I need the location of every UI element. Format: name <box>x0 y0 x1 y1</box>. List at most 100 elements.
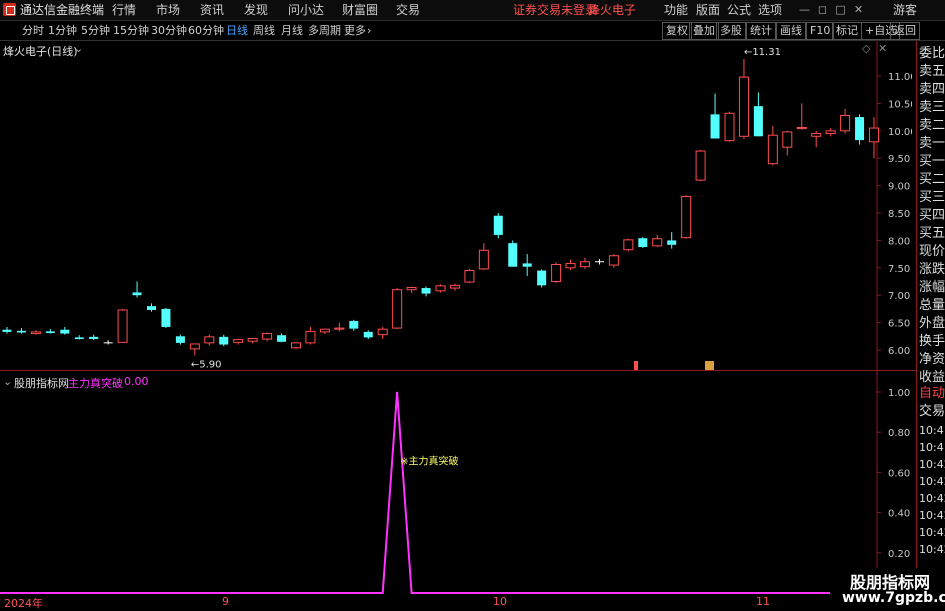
fuquan-button[interactable]: 复权 <box>662 22 692 40</box>
menu-jiaoyi[interactable]: 交易 <box>396 0 420 20</box>
guest-login[interactable]: 游客 <box>893 0 917 20</box>
period-5min[interactable]: 5分钟 <box>81 21 110 40</box>
price-tick-label: 10.50 <box>888 99 912 110</box>
candle-body <box>247 337 258 342</box>
candle-body <box>161 308 171 327</box>
menu-wenxiaoda[interactable]: 问小达 <box>288 0 324 20</box>
watermark: 股朋指标网 www.7gpzb.com <box>830 568 945 609</box>
indicator-tick-label: 1.00 <box>888 388 910 399</box>
stats-button[interactable]: 统计 <box>746 22 776 40</box>
period-1min[interactable]: 1分钟 <box>48 21 77 40</box>
chevron-right-icon[interactable]: › <box>367 21 371 40</box>
candle-body <box>464 270 475 283</box>
menu-xuanxiang[interactable]: 选项 <box>758 0 782 20</box>
candle-body <box>319 328 330 333</box>
menu-shichang[interactable]: 市场 <box>156 0 180 20</box>
trade-button[interactable]: 交易 <box>919 403 945 421</box>
event-marker <box>634 361 638 370</box>
overlay-button[interactable]: 叠加 <box>689 22 719 40</box>
trade-login-warning[interactable]: 证券交易未登录 <box>513 0 597 20</box>
candle-body <box>855 117 865 141</box>
mark-button[interactable]: 标记 <box>832 22 862 40</box>
candle-body <box>565 262 576 269</box>
menu-banmian[interactable]: 版面 <box>696 0 720 20</box>
period-30min[interactable]: 30分钟 <box>151 21 187 40</box>
price-tick-label: 9.50 <box>888 154 910 165</box>
panel-item-weibi: 委比 <box>919 46 945 61</box>
period-15min[interactable]: 15分钟 <box>113 21 149 40</box>
title-bar: 通达信金融终端 行情 市场 资讯 发现 问小达 财富圈 交易 证券交易未登录 烽… <box>0 0 945 21</box>
price-tick-label: 11.00 <box>888 72 912 83</box>
panel-item-turnover: 换手 <box>919 334 945 349</box>
menu-caifuquan[interactable]: 财富圈 <box>342 0 378 20</box>
price-tick-label: 10.00 <box>888 127 912 138</box>
close-icon[interactable]: ✕ <box>851 2 866 17</box>
candle-body <box>421 288 431 294</box>
multi-stock-button[interactable]: 多股 <box>716 22 746 40</box>
panel-item-sell3: 卖三 <box>919 100 945 115</box>
menu-gongneng[interactable]: 功能 <box>664 0 688 20</box>
panel-item-sell1: 卖一 <box>919 136 945 151</box>
menu-hangqing[interactable]: 行情 <box>112 0 136 20</box>
draw-line-button[interactable]: 画线 <box>776 22 806 40</box>
period-fenshi[interactable]: 分时 <box>22 21 44 40</box>
period-daily[interactable]: 日线 <box>226 21 248 40</box>
panel-item-price: 现价 <box>919 244 945 259</box>
candle-body <box>623 239 634 251</box>
candle-body <box>796 127 807 130</box>
event-marker <box>705 361 714 370</box>
axis-label-oct: 10 <box>493 595 507 608</box>
panel-item-change: 涨跌 <box>919 262 945 277</box>
period-weekly[interactable]: 周线 <box>253 21 275 40</box>
candle-body <box>608 255 619 266</box>
f10-button[interactable]: F10 <box>806 22 835 40</box>
period-monthly[interactable]: 月线 <box>281 21 303 40</box>
panel-item-buy4: 买四 <box>919 208 945 223</box>
candle-body <box>233 339 244 343</box>
candle-body <box>406 287 417 291</box>
back-button[interactable]: 返回 <box>890 22 920 40</box>
candle-body <box>392 289 403 329</box>
candle-body <box>45 331 55 334</box>
candle-body <box>132 292 142 296</box>
maximize-icon[interactable]: □ <box>833 2 848 17</box>
panel-close-icon[interactable]: ✕ <box>878 42 887 55</box>
high-price-label: ←11.31 <box>744 47 781 58</box>
menu-faxian[interactable]: 发现 <box>244 0 268 20</box>
panel-item-buy1: 买一 <box>919 154 945 169</box>
restore-icon[interactable]: ◻ <box>815 2 830 17</box>
low-price-label: ←5.90 <box>191 359 222 370</box>
auto-trade-toggle[interactable]: 自动 <box>919 385 945 403</box>
period-multi[interactable]: 多周期 <box>308 21 341 40</box>
diamond-icon[interactable]: ◇ <box>862 42 870 55</box>
candle-body <box>652 238 663 247</box>
candle-body <box>219 336 229 345</box>
indicator-tick-label: 0.20 <box>888 549 910 560</box>
candle-body <box>811 133 822 137</box>
axis-label-nov: 11 <box>756 595 770 608</box>
candle-body <box>189 343 200 350</box>
candle-body <box>767 134 778 165</box>
period-60min[interactable]: 60分钟 <box>188 21 224 40</box>
minimize-icon[interactable]: — <box>797 2 812 17</box>
candle-body <box>435 285 446 292</box>
candlestick-chart[interactable]: 11.00 10.50 10.00 9.50 9.00 8.50 8.00 7.50 7.00 6… <box>0 41 912 371</box>
dropdown-icon[interactable]: ⌄ <box>74 42 83 55</box>
menu-zixun[interactable]: 资讯 <box>200 0 224 20</box>
chart-title: 烽火电子(日线) <box>3 45 78 58</box>
candle-body <box>363 331 373 338</box>
candle-body <box>334 327 345 330</box>
candle-body <box>738 76 749 137</box>
time-axis: 2024年 9 10 11 <box>0 595 912 610</box>
candle-body <box>277 335 287 342</box>
indicator-tick-label: 0.60 <box>888 468 910 479</box>
indicator-chart[interactable]: 1.00 0.80 0.60 0.40 0.20 ※主力真突破 <box>0 371 912 595</box>
candle-body <box>103 342 113 344</box>
period-more[interactable]: 更多 <box>344 21 366 40</box>
menu-gongshi[interactable]: 公式 <box>727 0 751 20</box>
candle-body <box>667 240 677 245</box>
candle-body <box>377 328 388 336</box>
panel-item-outer-vol: 外盘 <box>919 316 945 331</box>
candle-body <box>580 261 590 268</box>
tick-time: 10:42 <box>919 475 945 488</box>
